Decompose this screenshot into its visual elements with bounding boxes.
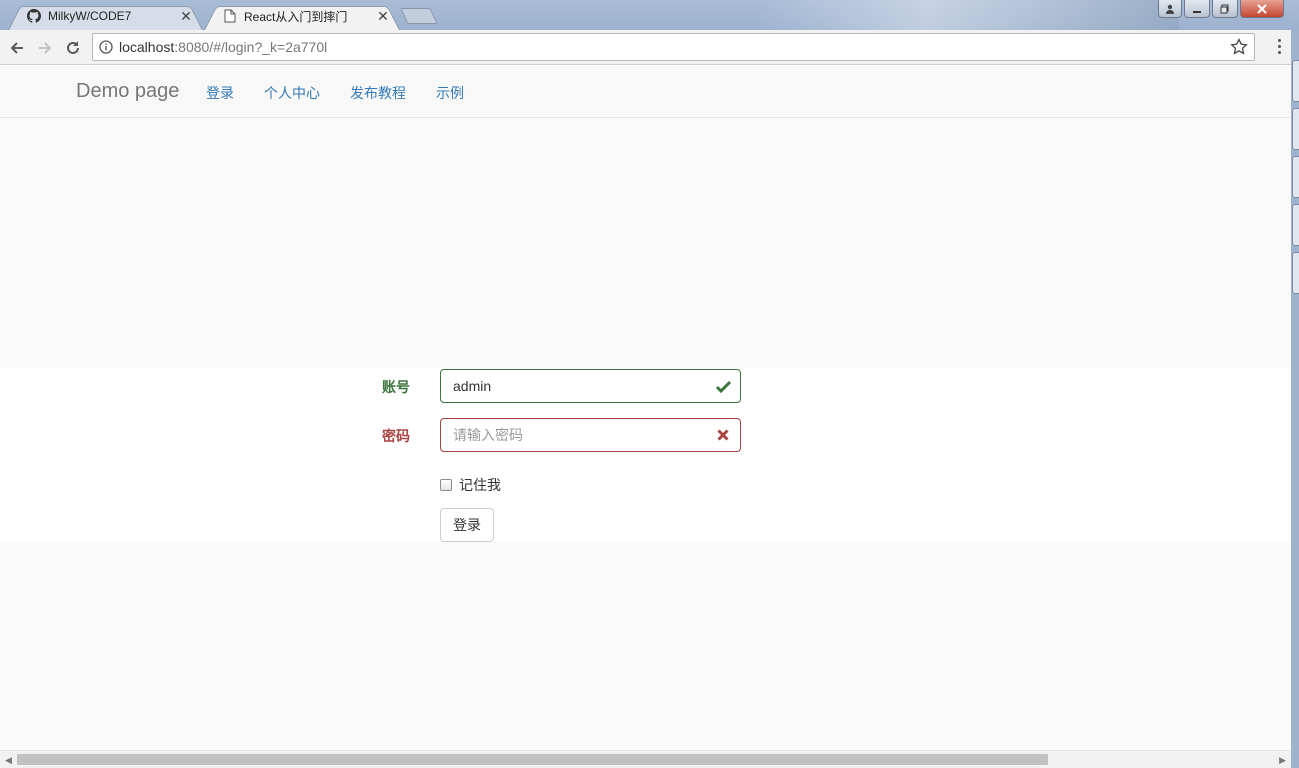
tab-strip: MilkyW/CODE7 ✕ React从入门到摔门 ✕	[0, 0, 1299, 30]
remember-label: 记住我	[459, 477, 501, 493]
close-window-icon[interactable]	[1240, 0, 1284, 18]
tab-close-icon[interactable]: ✕	[179, 8, 193, 25]
minimize-icon[interactable]	[1184, 0, 1210, 18]
tab-close-icon[interactable]: ✕	[376, 8, 390, 25]
bookmark-star-icon[interactable]	[1230, 37, 1248, 61]
nav-link-login[interactable]: 登录	[206, 83, 234, 103]
tab-react-login[interactable]: React从入门到摔门 ✕	[204, 2, 400, 30]
desktop-edge	[1291, 30, 1299, 768]
browser-toolbar: localhost:8080/#/login?_k=2a770l	[0, 30, 1299, 65]
account-input-wrapper	[440, 369, 741, 403]
remember-me[interactable]: 记住我	[440, 475, 501, 495]
maximize-icon[interactable]	[1212, 0, 1238, 18]
address-bar[interactable]: localhost:8080/#/login?_k=2a770l	[92, 33, 1255, 61]
login-form: 账号 密码 记住我 登录	[0, 368, 1291, 542]
check-icon	[715, 378, 731, 394]
nav-links: 登录 个人中心 发布教程 示例	[206, 83, 464, 103]
password-input-wrapper	[440, 418, 741, 452]
remember-checkbox[interactable]	[440, 479, 452, 491]
password-label: 密码	[382, 428, 410, 444]
scrollbar-thumb[interactable]	[17, 754, 1048, 765]
horizontal-scrollbar[interactable]: ◀ ▶	[0, 750, 1291, 768]
tab-milkyw-code7[interactable]: MilkyW/CODE7 ✕	[8, 2, 203, 30]
brand-link[interactable]: Demo page	[76, 80, 179, 103]
page-icon	[222, 8, 238, 24]
tab-title: MilkyW/CODE7	[48, 9, 132, 23]
account-label: 账号	[382, 379, 410, 395]
nav-link-profile[interactable]: 个人中心	[264, 83, 320, 103]
scroll-left-icon[interactable]: ◀	[5, 755, 12, 766]
info-icon[interactable]	[93, 40, 119, 54]
new-tab-button[interactable]	[400, 8, 438, 24]
navbar: Demo page 登录 个人中心 发布教程 示例	[0, 66, 1291, 118]
window-controls	[1158, 0, 1284, 18]
login-button[interactable]: 登录	[440, 508, 494, 542]
nav-link-examples[interactable]: 示例	[436, 83, 464, 103]
back-arrow-icon[interactable]	[6, 37, 28, 59]
url-host: localhost	[119, 39, 175, 55]
tab-title: React从入门到摔门	[244, 9, 348, 24]
times-icon	[715, 427, 731, 443]
forward-arrow-icon[interactable]	[34, 37, 56, 59]
address-url: localhost:8080/#/login?_k=2a770l	[119, 39, 327, 55]
password-input[interactable]	[453, 427, 728, 443]
nav-link-publish[interactable]: 发布教程	[350, 83, 406, 103]
scroll-right-icon[interactable]: ▶	[1279, 755, 1286, 766]
more-menu-icon[interactable]	[1278, 39, 1281, 54]
page-content: Demo page 登录 个人中心 发布教程 示例 账号 密码	[0, 66, 1291, 750]
title-bar-background	[759, 0, 1179, 30]
github-icon	[26, 8, 42, 24]
account-input[interactable]	[453, 378, 728, 394]
user-icon[interactable]	[1158, 0, 1182, 18]
url-rest: :8080/#/login?_k=2a770l	[174, 39, 328, 55]
reload-icon[interactable]	[62, 37, 84, 59]
